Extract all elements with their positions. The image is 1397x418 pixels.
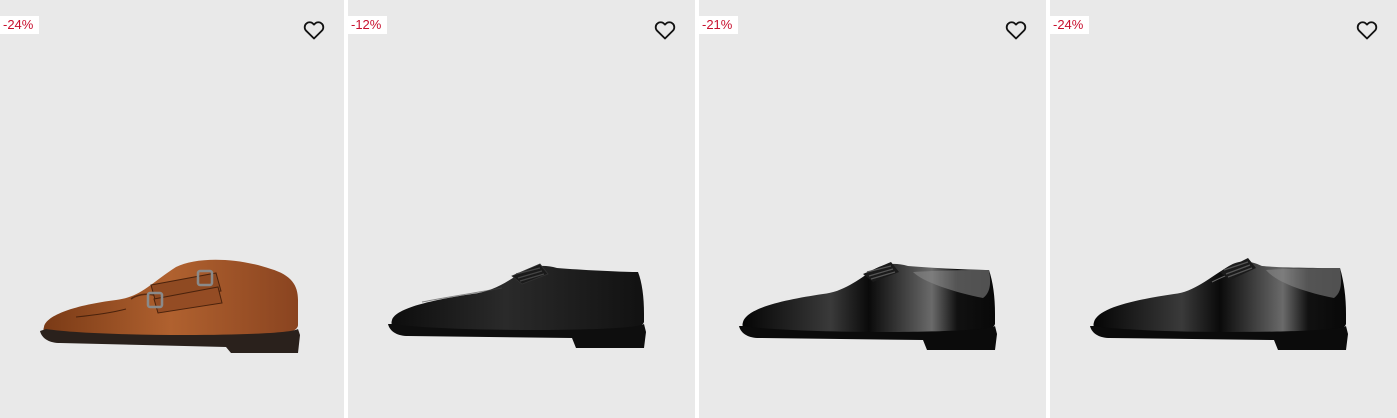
heart-outline-icon[interactable] [1004, 18, 1028, 42]
discount-badge: -21% [699, 16, 739, 34]
heart-outline-icon[interactable] [302, 18, 326, 42]
product-image[interactable] [733, 252, 1017, 362]
discount-badge: -24% [1050, 16, 1090, 34]
discount-badge: -24% [0, 16, 40, 34]
product-image[interactable] [382, 252, 666, 362]
product-grid: -24% -12% -21% -24% [0, 0, 1397, 418]
product-card[interactable]: -24% [1050, 0, 1397, 418]
heart-outline-icon[interactable] [1355, 18, 1379, 42]
product-card[interactable]: -12% [348, 0, 695, 418]
product-image[interactable] [1084, 252, 1368, 362]
heart-outline-icon[interactable] [653, 18, 677, 42]
product-card[interactable]: -21% [699, 0, 1046, 418]
product-card[interactable]: -24% [0, 0, 344, 418]
discount-badge: -12% [348, 16, 388, 34]
product-image[interactable] [36, 255, 320, 365]
